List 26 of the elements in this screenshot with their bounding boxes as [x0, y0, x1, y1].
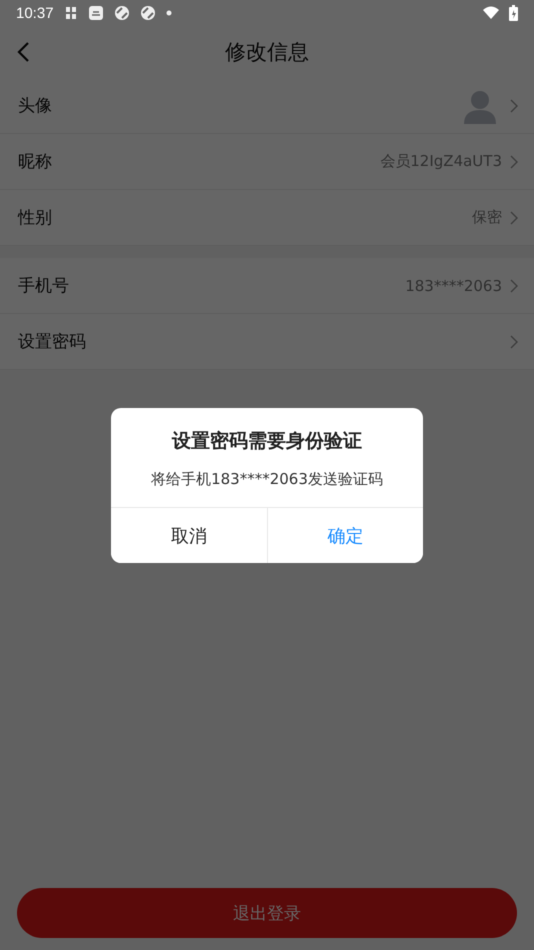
back-icon[interactable] — [16, 41, 30, 63]
row-label: 头像 — [18, 95, 52, 117]
chevron-icon — [510, 98, 518, 112]
settings-row[interactable]: 头像 — [0, 78, 534, 134]
dialog-message: 将给手机183****2063发送验证码 — [150, 469, 384, 490]
battery-icon — [509, 5, 518, 21]
app-icon — [114, 5, 130, 21]
wifi-icon — [483, 6, 499, 20]
dialog-button[interactable]: 确定 — [266, 508, 423, 563]
row-label: 昵称 — [18, 151, 52, 173]
logout-button[interactable]: 退出登录 — [17, 888, 517, 938]
chevron-icon — [510, 154, 518, 168]
dialog-title: 设置密码需要身份验证 — [170, 429, 363, 454]
row-label: 手机号 — [18, 275, 69, 297]
row-label: 性别 — [18, 207, 52, 229]
app-icon — [88, 5, 104, 21]
chevron-icon — [510, 334, 518, 348]
chevron-icon — [510, 278, 518, 292]
dot-icon — [166, 10, 172, 16]
settings-row[interactable]: 设置密码 — [0, 314, 534, 370]
page-title: 修改信息 — [225, 39, 309, 66]
chevron-icon — [510, 210, 518, 224]
notification-icon — [64, 5, 78, 21]
app-icon — [140, 5, 156, 21]
row-label: 设置密码 — [18, 331, 86, 353]
status-time: 10:37 — [16, 4, 54, 22]
